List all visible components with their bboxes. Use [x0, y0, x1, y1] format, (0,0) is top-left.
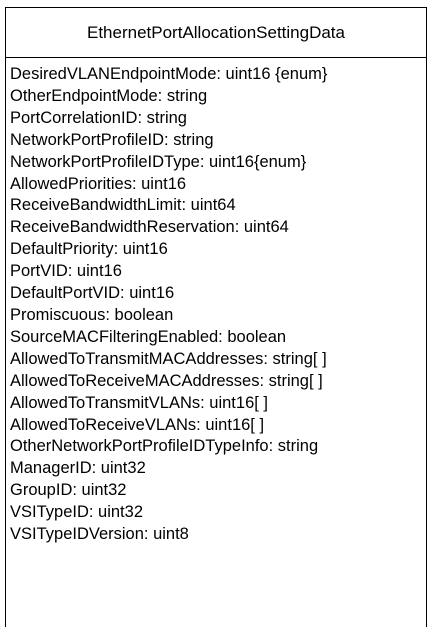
attribute-item: OtherEndpointMode: string — [10, 86, 208, 105]
attribute-item: OtherNetworkPortProfileIDTypeInfo: strin… — [10, 437, 319, 456]
attribute-item: SourceMACFilteringEnabled: boolean — [10, 327, 287, 346]
attribute-item: DesiredVLANEndpointMode: uint16 {enum} — [10, 65, 328, 83]
attribute-item: DefaultPortVID: uint16 — [10, 284, 175, 303]
attribute-item: AllowedToTransmitVLANs: uint16[ ] — [10, 393, 268, 412]
attribute-item: PortVID: uint16 — [10, 262, 122, 281]
attribute-item: ManagerID: uint32 — [10, 459, 146, 478]
attribute-item: VSITypeIDVersion: uint8 — [10, 525, 189, 544]
attribute-item: NetworkPortProfileID: string — [10, 130, 214, 149]
attribute-item: PortCorrelationID: string — [10, 108, 187, 127]
attribute-item: Promiscuous: boolean — [10, 305, 174, 324]
attribute-item: NetworkPortProfileIDType: uint16{enum} — [10, 152, 307, 171]
attribute-list: DesiredVLANEndpointMode: uint16 {enum} O… — [6, 58, 426, 546]
class-name-header: EthernetPortAllocationSettingData — [6, 8, 426, 58]
attribute-item: ReceiveBandwidthReservation: uint64 — [10, 218, 289, 237]
attribute-item: AllowedToTransmitMACAddresses: string[ ] — [10, 349, 327, 368]
attribute-item: AllowedPriorities: uint16 — [10, 174, 187, 193]
uml-class-box: EthernetPortAllocationSettingData Desire… — [5, 7, 427, 627]
attribute-item: DefaultPriority: uint16 — [10, 240, 168, 259]
attribute-item: GroupID: uint32 — [10, 481, 127, 500]
class-name: EthernetPortAllocationSettingData — [87, 22, 345, 42]
attribute-item: ReceiveBandwidthLimit: uint64 — [10, 196, 236, 215]
attribute-item: AllowedToReceiveVLANs: uint16[ ] — [10, 415, 265, 434]
attribute-item: AllowedToReceiveMACAddresses: string[ ] — [10, 371, 323, 390]
attribute-item: VSITypeID: uint32 — [10, 503, 143, 522]
